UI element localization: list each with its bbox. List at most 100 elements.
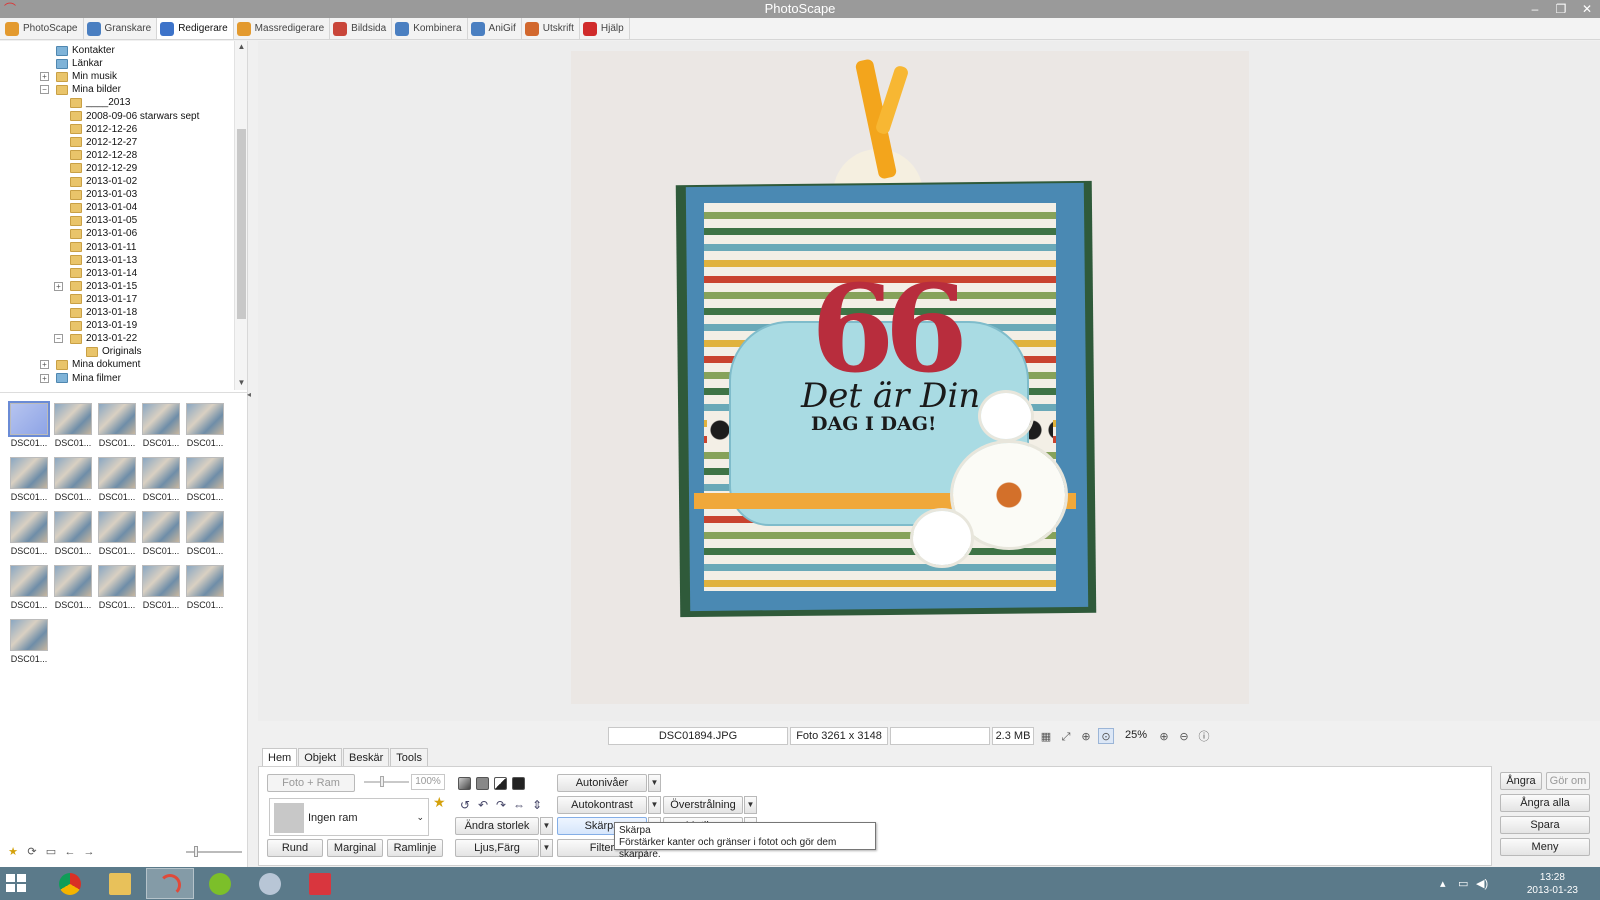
tree-item[interactable]: +2013-01-15 (54, 280, 137, 293)
fit-screen-icon[interactable]: ⤢ (1058, 728, 1074, 744)
info-icon[interactable]: ⓘ (1196, 728, 1212, 744)
tab-utskrift[interactable]: Utskrift (522, 18, 580, 39)
taskbar-acrobat[interactable] (296, 868, 344, 899)
thumbnail[interactable]: DSC01... (7, 457, 51, 509)
tone-preset-1-icon[interactable] (458, 777, 471, 790)
tree-scrollbar[interactable]: ▲ ▼ (234, 41, 247, 390)
subtab-1[interactable]: Objekt (298, 748, 343, 766)
rotate-right-icon[interactable]: ↷ (494, 798, 508, 812)
tab-granskare[interactable]: Granskare (84, 18, 158, 39)
tone-preset-3-icon[interactable] (494, 777, 507, 790)
thumbnail[interactable]: DSC01... (95, 457, 139, 509)
margin-button[interactable]: Marginal (327, 839, 383, 857)
tree-item[interactable]: + Mina filmer (40, 372, 121, 385)
tree-item[interactable]: 2013-01-13 (70, 254, 137, 267)
undo-all-button[interactable]: Ångra alla (1500, 794, 1590, 812)
tree-item[interactable]: 2013-01-11 (70, 241, 136, 254)
auto-levels-button[interactable]: Autonivåer (557, 774, 647, 792)
tree-item[interactable]: 2013-01-18 (70, 306, 137, 319)
flip-vertical-icon[interactable]: ⇕ (530, 798, 544, 812)
tree-item[interactable]: − Mina bilder (40, 83, 121, 96)
auto-levels-dropdown-icon[interactable]: ▼ (648, 774, 661, 792)
flip-horizontal-icon[interactable]: ⇔ (512, 798, 526, 812)
tree-item[interactable]: 2008-09-06 starwars sept (70, 110, 199, 123)
back-arrow-icon[interactable]: ← (63, 845, 77, 859)
tree-item[interactable]: 2013-01-17 (70, 293, 137, 306)
thumbnail[interactable]: DSC01... (139, 403, 183, 455)
zoom-actual-icon[interactable]: ⊕ (1078, 728, 1094, 744)
thumbnail[interactable]: DSC01... (51, 403, 95, 455)
auto-contrast-button[interactable]: Autokontrast (557, 796, 647, 814)
restore-button[interactable]: ❐ (1548, 0, 1574, 18)
thumbnail[interactable]: DSC01... (183, 403, 227, 455)
thumbnail[interactable]: DSC01... (95, 403, 139, 455)
thumbnail[interactable]: DSC01... (95, 565, 139, 617)
thumbnail-size-slider[interactable] (186, 846, 242, 857)
bloom-dropdown-icon[interactable]: ▼ (744, 796, 757, 814)
photo-frame-button[interactable]: Foto + Ram (267, 774, 355, 792)
panel-collapse-handle[interactable]: ◂ (247, 360, 253, 430)
tab-massredigerare[interactable]: Massredigerare (234, 18, 331, 39)
taskbar-chrome[interactable] (46, 868, 94, 899)
image-viewer[interactable]: 66 Det är Din DAG I DAG! (258, 41, 1600, 721)
tree-item[interactable]: 2012-12-28 (70, 149, 137, 162)
tree-item[interactable]: 2013-01-06 (70, 227, 137, 240)
tab-hjälp[interactable]: Hjälp (580, 18, 630, 39)
minimize-button[interactable]: – (1522, 0, 1548, 18)
tab-anigif[interactable]: AniGif (468, 18, 522, 39)
thumbnail[interactable]: DSC01... (183, 457, 227, 509)
tree-item[interactable]: 2012-12-27 (70, 136, 137, 149)
expand-icon[interactable]: + (40, 360, 49, 370)
thumbnail[interactable]: DSC01... (7, 565, 51, 617)
collapse-icon[interactable]: − (40, 85, 49, 95)
rotate-left-90-icon[interactable]: ↶ (476, 798, 490, 812)
thumbnail[interactable]: DSC01... (183, 565, 227, 617)
thumbnail[interactable]: DSC01... (51, 565, 95, 617)
tree-item[interactable]: Originals (86, 345, 141, 358)
tree-item[interactable]: + Min musik (40, 70, 117, 83)
resize-button[interactable]: Ändra storlek (455, 817, 539, 835)
start-windows-icon[interactable] (6, 874, 28, 894)
tab-photoscape[interactable]: PhotoScape (2, 18, 84, 39)
zoom-out-icon[interactable]: ⊖ (1176, 728, 1192, 744)
tree-item[interactable]: Kontakter (56, 44, 115, 57)
subtab-3[interactable]: Tools (390, 748, 428, 766)
menu-button[interactable]: Meny (1500, 838, 1590, 856)
tree-item[interactable]: 2013-01-05 (70, 214, 137, 227)
tone-preset-2-icon[interactable] (476, 777, 489, 790)
thumbnail[interactable]: DSC01... (183, 511, 227, 563)
taskbar-explorer[interactable] (96, 868, 144, 899)
thumbnail[interactable]: DSC01... (7, 401, 51, 455)
tree-item[interactable]: 2012-12-26 (70, 123, 137, 136)
close-button[interactable]: ✕ (1574, 0, 1600, 18)
forward-arrow-icon[interactable]: → (82, 845, 96, 859)
thumbnail[interactable]: DSC01... (7, 511, 51, 563)
opacity-slider[interactable] (364, 776, 409, 787)
zoom-in-icon[interactable]: ⊕ (1156, 728, 1172, 744)
clock[interactable]: 13:28 2013-01-23 (1527, 871, 1578, 897)
tab-kombinera[interactable]: Kombinera (392, 18, 468, 39)
scroll-thumb[interactable] (237, 129, 246, 319)
brightness-color-button[interactable]: Ljus,Färg (455, 839, 539, 857)
brightness-dropdown-icon[interactable]: ▼ (540, 839, 553, 857)
tone-preset-4-icon[interactable] (512, 777, 525, 790)
subtab-0[interactable]: Hem (262, 748, 298, 766)
tree-item[interactable]: + Mina dokument (40, 358, 140, 371)
frame-line-button[interactable]: Ramlinje (387, 839, 443, 857)
thumbnail[interactable]: DSC01... (139, 511, 183, 563)
scroll-up-icon[interactable]: ▲ (235, 41, 248, 53)
tree-item[interactable]: ____2013 (70, 96, 131, 109)
redo-button[interactable]: Gör om (1546, 772, 1590, 790)
tree-item[interactable]: 2013-01-02 (70, 175, 137, 188)
zoom-fit-icon[interactable]: ⊙ (1098, 728, 1114, 744)
favorite-star-icon[interactable]: ★ (6, 845, 20, 859)
save-button[interactable]: Spara (1500, 816, 1590, 834)
refresh-icon[interactable]: ⟳ (25, 845, 39, 859)
thumbnail[interactable]: DSC01... (51, 457, 95, 509)
tree-item[interactable]: − 2013-01-22 (54, 332, 137, 345)
tray-expand-icon[interactable]: ▴ (1440, 877, 1446, 890)
taskbar-paint[interactable] (246, 868, 294, 899)
rotate-left-icon[interactable]: ↺ (458, 798, 472, 812)
tree-item[interactable]: Länkar (56, 57, 103, 70)
frame-dropdown[interactable]: Ingen ram ⌄ (269, 798, 429, 836)
